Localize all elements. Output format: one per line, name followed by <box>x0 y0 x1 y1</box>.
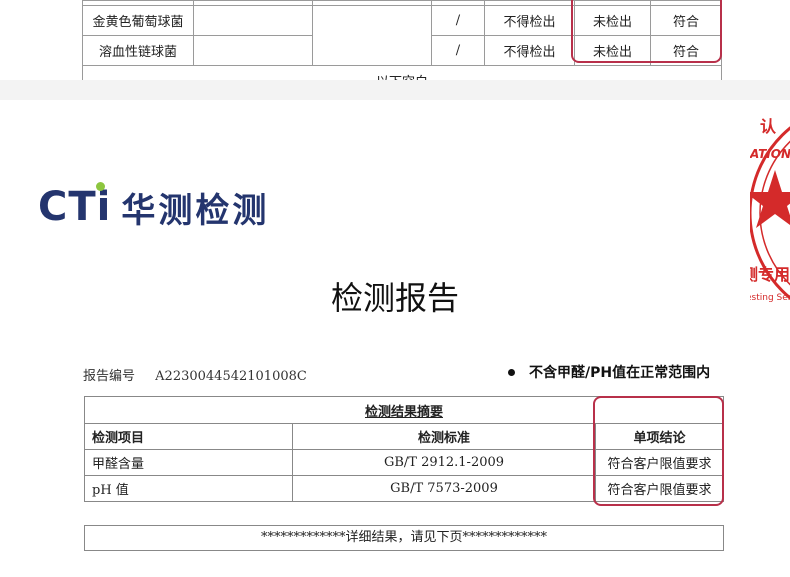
logo-name: 华测检测 <box>121 190 270 231</box>
limit: 不得检出 <box>484 5 575 36</box>
page-title: 检测报告 <box>330 279 459 317</box>
report-number-value: A2230044542101008C <box>155 369 307 384</box>
bullet-icon <box>508 368 515 376</box>
report-number-label: 报告编号 <box>83 369 136 384</box>
previous-page-fragment: 金黄色葡萄球菌 / 不得检出 未检出 符合 溶血性链球菌 / 不得检出 未检出 … <box>0 0 790 96</box>
test-item: 溶血性链球菌 <box>82 35 194 66</box>
seal-text: ATIONAL <box>750 147 790 161</box>
company-logo: CTi 华测检测 <box>38 180 269 234</box>
unit: / <box>431 5 485 36</box>
seal-text: 认 <box>760 117 777 136</box>
column-header: 检测标准 <box>292 423 596 450</box>
column-header: 检测项目 <box>84 423 293 450</box>
page-gap <box>0 80 790 100</box>
test-standard: GB/T 7573-2009 <box>292 475 596 502</box>
highlight-box <box>593 396 724 506</box>
logo-mark: CTi <box>38 182 112 230</box>
details-note: *************详细结果，请见下页************* <box>84 525 724 551</box>
limit: 不得检出 <box>484 35 575 66</box>
test-item: pH 值 <box>84 475 293 502</box>
unit: / <box>431 35 485 66</box>
annotation-text: 不含甲醛/PH值在正常范围内 <box>529 365 711 381</box>
logo-dot-icon <box>96 182 105 191</box>
test-item: 甲醛含量 <box>84 449 293 476</box>
highlight-box <box>571 0 722 63</box>
test-standard: GB/T 2912.1-2009 <box>292 449 596 476</box>
test-item: 金黄色葡萄球菌 <box>82 5 194 36</box>
report-number: 报告编号 A2230044542101008C <box>83 365 307 384</box>
annotation-note: 不含甲醛/PH值在正常范围内 <box>508 362 710 382</box>
